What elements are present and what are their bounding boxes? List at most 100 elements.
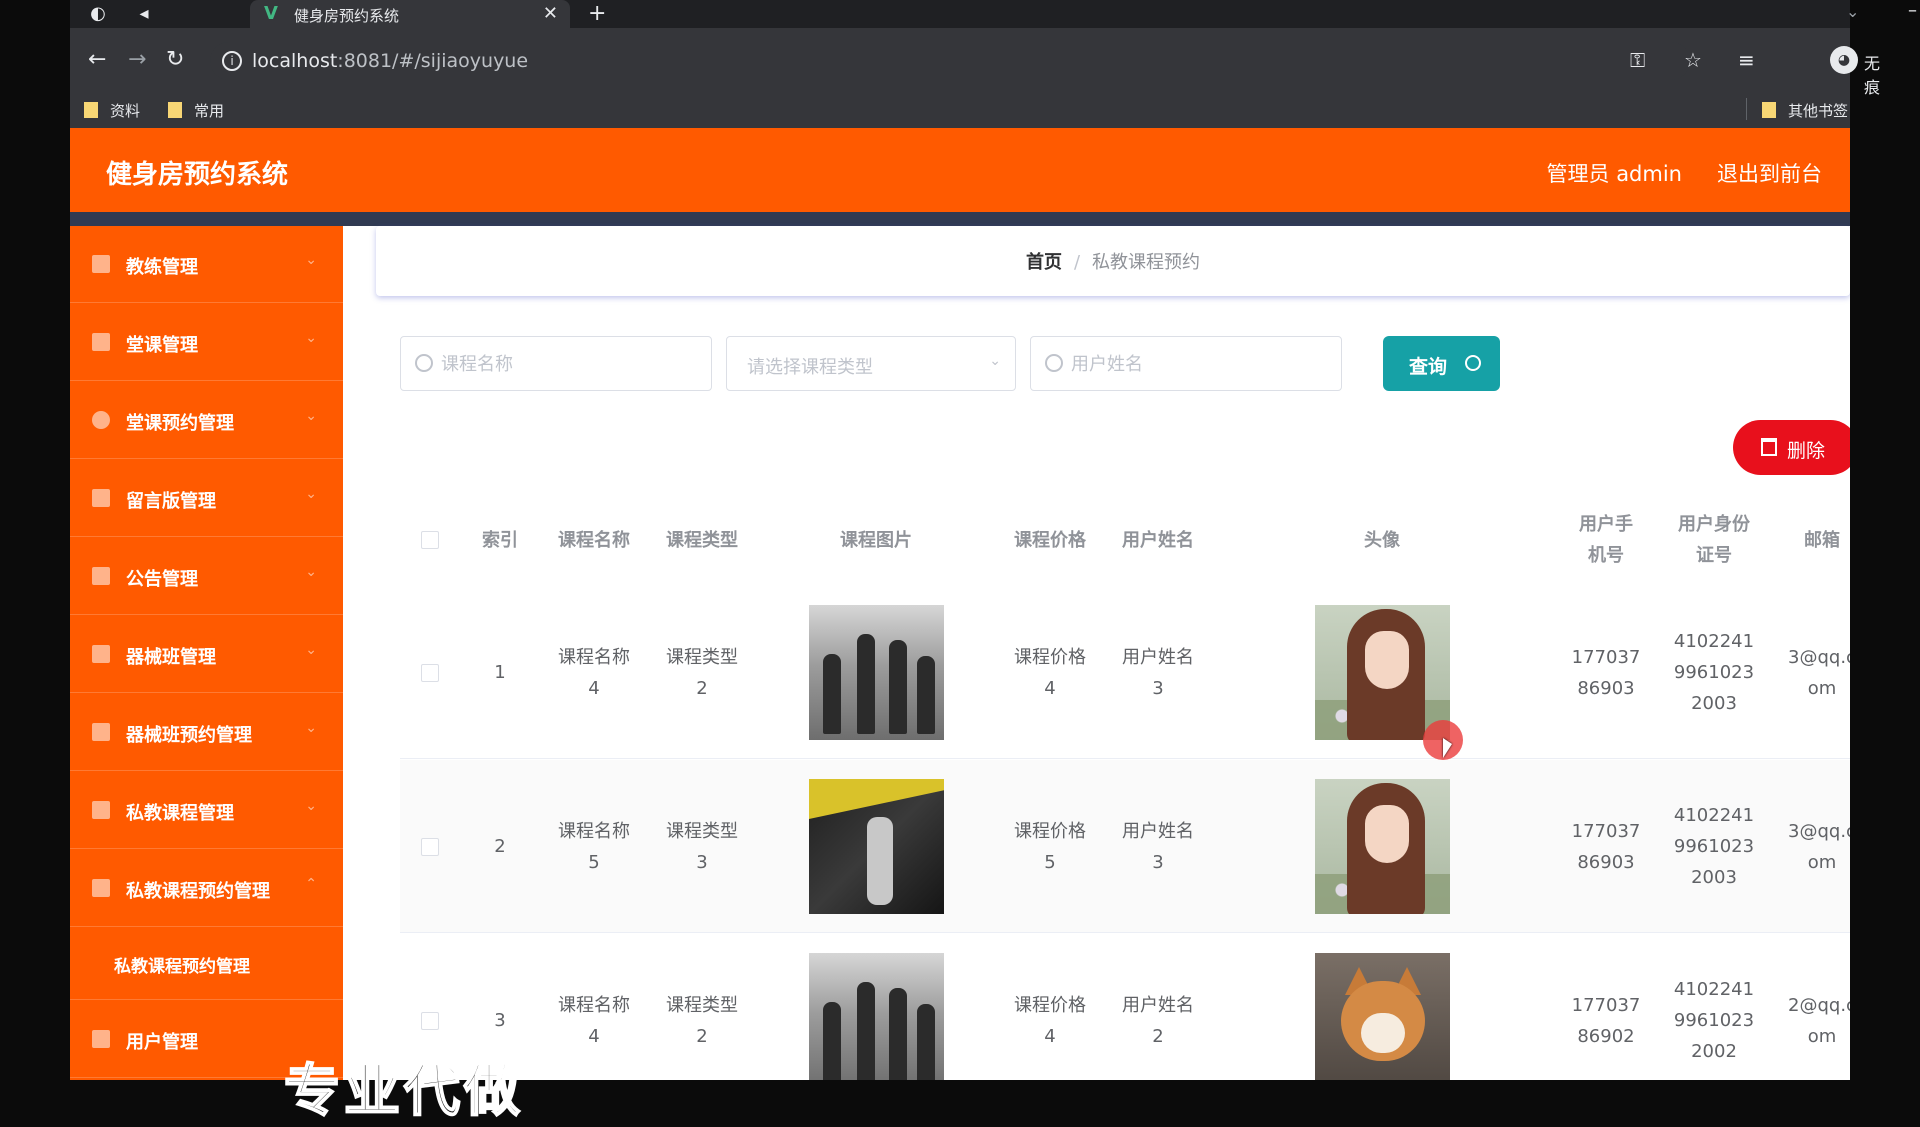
row-checkbox[interactable] (421, 663, 439, 682)
column-header: 课程图片 (840, 529, 912, 551)
logout-link[interactable]: 退出到前台 (1717, 158, 1822, 188)
gym-dark-image (808, 779, 944, 914)
row-checkbox[interactable] (421, 837, 439, 856)
trash-icon (1761, 438, 1777, 456)
back-icon[interactable]: ← (88, 48, 106, 72)
clock-icon (92, 411, 110, 429)
table-row[interactable]: 2 课程名称5 课程类型3 课程价格5 用户姓名3 17703786903 41… (400, 760, 1850, 933)
tab-close-icon[interactable]: ✕ (543, 3, 558, 24)
reload-icon[interactable]: ↻ (166, 48, 184, 72)
row-checkbox[interactable] (421, 1011, 439, 1030)
bookmark-folder[interactable]: 常用 (168, 100, 224, 121)
bookmark-folder[interactable]: 资料 (84, 100, 140, 121)
cell-course-name: 课程名称4 (558, 994, 630, 1047)
cell-course-image (756, 760, 996, 933)
query-label: 查询 (1409, 356, 1448, 378)
sidebar-item-label: 器械班预约管理 (126, 725, 252, 746)
dog-avatar (1314, 953, 1450, 1080)
column-header: 课程价格 (1014, 529, 1086, 551)
new-tab-button[interactable]: + (588, 1, 606, 26)
breadcrumb: 首页 / 私教课程预约 (376, 226, 1850, 296)
breadcrumb-trail: 首页 / 私教课程预约 (376, 248, 1850, 274)
sidebar-item-class-booking[interactable]: 堂课预约管理 ⌄ (70, 382, 343, 459)
tab-search-icon[interactable]: ⌄ (1846, 2, 1859, 21)
table-row[interactable]: 3 课程名称4 课程类型2 课程价格4 用户姓名2 17703786902 41… (400, 934, 1850, 1080)
column-header: 课程名称 (558, 529, 630, 551)
url-text: localhost:8081/#/sijiaoyuyue (252, 50, 529, 72)
sidebar-item-label: 私教课程管理 (126, 803, 234, 824)
user-icon (92, 489, 110, 507)
course-name-input[interactable] (441, 351, 641, 377)
bar-chart-icon (92, 723, 110, 741)
row-select[interactable] (400, 586, 460, 759)
delete-label: 删除 (1787, 440, 1826, 462)
app-viewport: 健身房预约系统 管理员 admin 退出到前台 教练管理 ⌄ 堂课管理 ⌄ 堂课… (70, 128, 1850, 1080)
cell-user-name: 用户姓名3 (1122, 820, 1194, 873)
cell-course-price: 课程价格4 (1014, 646, 1086, 699)
sidebar-item-equipment-class[interactable]: 器械班管理 ⌄ (70, 616, 343, 693)
cell-phone: 17703786903 (1571, 820, 1641, 873)
sidebar-item-class[interactable]: 堂课管理 ⌄ (70, 304, 343, 381)
sidebar-item-label: 私教课程预约管理 (126, 881, 270, 902)
speaker-icon[interactable]: ◂ (132, 3, 156, 25)
sidebar-item-equipment-booking[interactable]: 器械班预约管理 ⌄ (70, 694, 343, 771)
profile-label[interactable]: 无痕 (1864, 50, 1880, 98)
reading-list-icon[interactable]: ≡ (1738, 48, 1755, 72)
site-info-icon[interactable]: i (222, 51, 242, 71)
document-icon (92, 255, 110, 273)
address-bar[interactable]: i localhost:8081/#/sijiaoyuyue (210, 42, 1690, 80)
user-name-search[interactable] (1030, 336, 1342, 391)
table-icon (92, 567, 110, 585)
course-type-placeholder: 请选择课程类型 (747, 357, 873, 378)
row-select[interactable] (400, 760, 460, 933)
sidebar-item-message-board[interactable]: 留言版管理 ⌄ (70, 460, 343, 537)
breadcrumb-separator: / (1073, 252, 1081, 273)
user-name-input[interactable] (1071, 351, 1271, 377)
minimize-button[interactable]: – (1908, 0, 1917, 21)
delete-button[interactable]: 删除 (1733, 420, 1850, 475)
bookmark-star-icon[interactable]: ☆ (1684, 48, 1702, 72)
app-header: 健身房预约系统 管理员 admin 退出到前台 (70, 128, 1850, 212)
sidebar-item-private-course-booking[interactable]: 私教课程预约管理 ⌃ (70, 850, 343, 927)
incognito-avatar-icon[interactable]: ◕ (1830, 46, 1858, 74)
header-divider (70, 212, 1850, 226)
tab-title: 健身房预约系统 (294, 7, 400, 25)
browser-tab[interactable]: V 健身房预约系统 ✕ (250, 0, 570, 28)
folder-icon (84, 102, 98, 118)
column-header: 索引 (482, 529, 518, 551)
table-row[interactable]: 1 课程名称4 课程类型2 课程价格4 用户姓名3 17703786903 41… (400, 586, 1850, 759)
column-header: 用户姓名 (1122, 529, 1194, 551)
course-type-select[interactable]: 请选择课程类型 ⌄ (726, 336, 1016, 391)
browser-toolbar: ← → ↻ i localhost:8081/#/sijiaoyuyue ⚿ ☆… (70, 28, 1880, 97)
search-icon (1465, 355, 1481, 371)
breadcrumb-home[interactable]: 首页 (1026, 252, 1062, 273)
sidebar-item-private-course[interactable]: 私教课程管理 ⌄ (70, 772, 343, 849)
key-icon[interactable]: ⚿ (1630, 48, 1645, 72)
sidebar-item-coach[interactable]: 教练管理 ⌄ (70, 226, 343, 303)
chevron-down-icon: ⌄ (305, 486, 317, 502)
forward-icon[interactable]: → (128, 48, 146, 72)
cell-phone: 17703786902 (1571, 994, 1641, 1047)
woman-avatar (1314, 779, 1450, 914)
column-header: 用户身份证号 (1678, 514, 1750, 566)
cell-avatar (1212, 586, 1552, 759)
column-header: 头像 (1364, 529, 1400, 551)
header-select-all[interactable] (400, 494, 460, 586)
site-icon: ◐ (90, 3, 106, 24)
sidebar-subitem-private-course-booking[interactable]: 私教课程预约管理 (70, 928, 343, 1000)
sidebar: 教练管理 ⌄ 堂课管理 ⌄ 堂课预约管理 ⌄ 留言版管理 ⌄ 公告管理 ⌄ 器械… (70, 226, 343, 1080)
cell-user-name: 用户姓名2 (1122, 994, 1194, 1047)
cell-phone: 17703786903 (1571, 646, 1641, 699)
other-bookmarks[interactable]: 其他书签 (1762, 100, 1848, 121)
course-name-search[interactable] (400, 336, 712, 391)
cell-course-image (756, 934, 996, 1080)
sidebar-item-announcement[interactable]: 公告管理 ⌄ (70, 538, 343, 615)
cell-email: 2@qq.com (1788, 994, 1850, 1047)
select-all-checkbox[interactable] (421, 531, 439, 549)
grid-icon (92, 333, 110, 351)
app-title: 健身房预约系统 (106, 160, 289, 190)
gym-class-image (808, 605, 944, 740)
cell-avatar (1212, 934, 1552, 1080)
query-button[interactable]: 查询 (1383, 336, 1500, 391)
bookmark-separator (1746, 98, 1747, 120)
